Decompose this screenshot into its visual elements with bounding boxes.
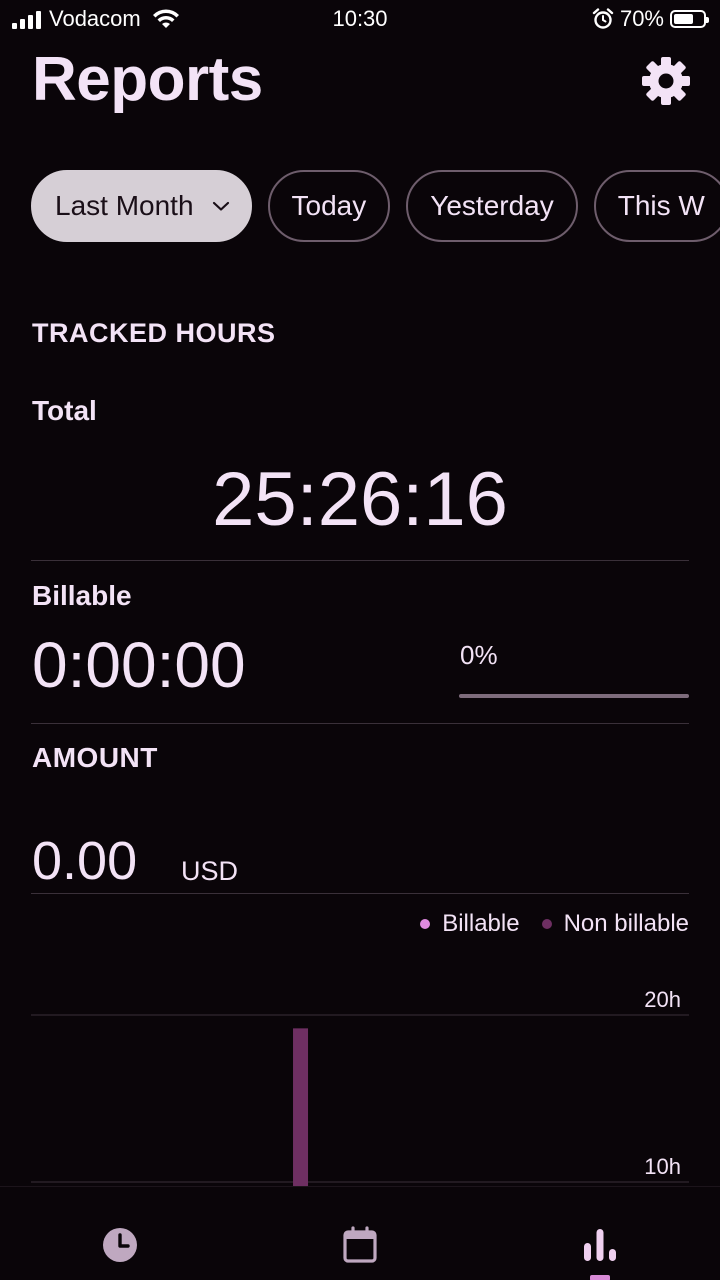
alarm-icon (592, 8, 614, 29)
amount-currency: USD (181, 856, 239, 886)
filter-chip-label: This W (617, 190, 705, 221)
chevron-down-icon (212, 201, 229, 211)
bar-chart-icon[interactable] (580, 1225, 620, 1265)
divider (31, 560, 689, 561)
filter-chip-label: Yesterday (430, 190, 554, 221)
legend-label-billable: Billable (442, 910, 520, 937)
calendar-icon[interactable] (340, 1225, 380, 1265)
filter-chip-yesterday[interactable]: Yesterday (406, 170, 578, 242)
filter-chip-this-week[interactable]: This W (593, 170, 720, 242)
date-filter-chips: Last Month Today Yesterday This W (31, 170, 720, 242)
status-right: 70% (592, 6, 709, 32)
billable-percent: 0% (460, 640, 498, 670)
active-tab-indicator (590, 1275, 610, 1280)
legend-item-non-billable: Non billable (541, 910, 689, 938)
battery-nub (706, 17, 709, 23)
bottom-nav (0, 1186, 720, 1280)
battery-percent: 70% (619, 6, 664, 31)
amount-heading: AMOUNT (32, 742, 158, 773)
gear-icon[interactable] (640, 55, 692, 107)
filter-chip-label: Last Month (55, 190, 194, 221)
divider (31, 723, 689, 724)
chart-legend: Billable Non billable (398, 910, 689, 938)
billable-hours-value: 0:00:00 (32, 629, 246, 701)
clock-icon[interactable] (100, 1225, 140, 1265)
legend-item-billable: Billable (420, 910, 520, 938)
billable-label: Billable (32, 580, 132, 611)
total-label: Total (32, 395, 97, 426)
status-bar: Vodacom 10:30 70% (0, 0, 720, 40)
legend-dot-non-billable (541, 919, 552, 929)
amount-value: 0.00 (32, 831, 138, 891)
reports-screen: Vodacom 10:30 70% Reports Last Month Tod… (0, 0, 720, 1280)
divider (31, 893, 689, 894)
hours-bar-chart: 20h 10h (31, 987, 689, 1190)
legend-label-non-billable: Non billable (563, 910, 689, 937)
filter-chip-last-month[interactable]: Last Month (31, 170, 252, 242)
legend-dot-billable (420, 919, 431, 929)
page-title: Reports (32, 45, 263, 114)
filter-chip-label: Today (291, 190, 367, 221)
chart-bar-non-billable (293, 1028, 309, 1190)
y-tick-label: 20h (644, 987, 681, 1012)
billable-progress-bar (459, 694, 689, 698)
battery-fill (674, 14, 694, 24)
y-tick-label: 10h (644, 1154, 681, 1179)
filter-chip-today[interactable]: Today (267, 170, 391, 242)
battery-icon (670, 10, 709, 28)
total-hours-value: 25:26:16 (212, 457, 508, 542)
tracked-hours-heading: TRACKED HOURS (32, 318, 276, 348)
